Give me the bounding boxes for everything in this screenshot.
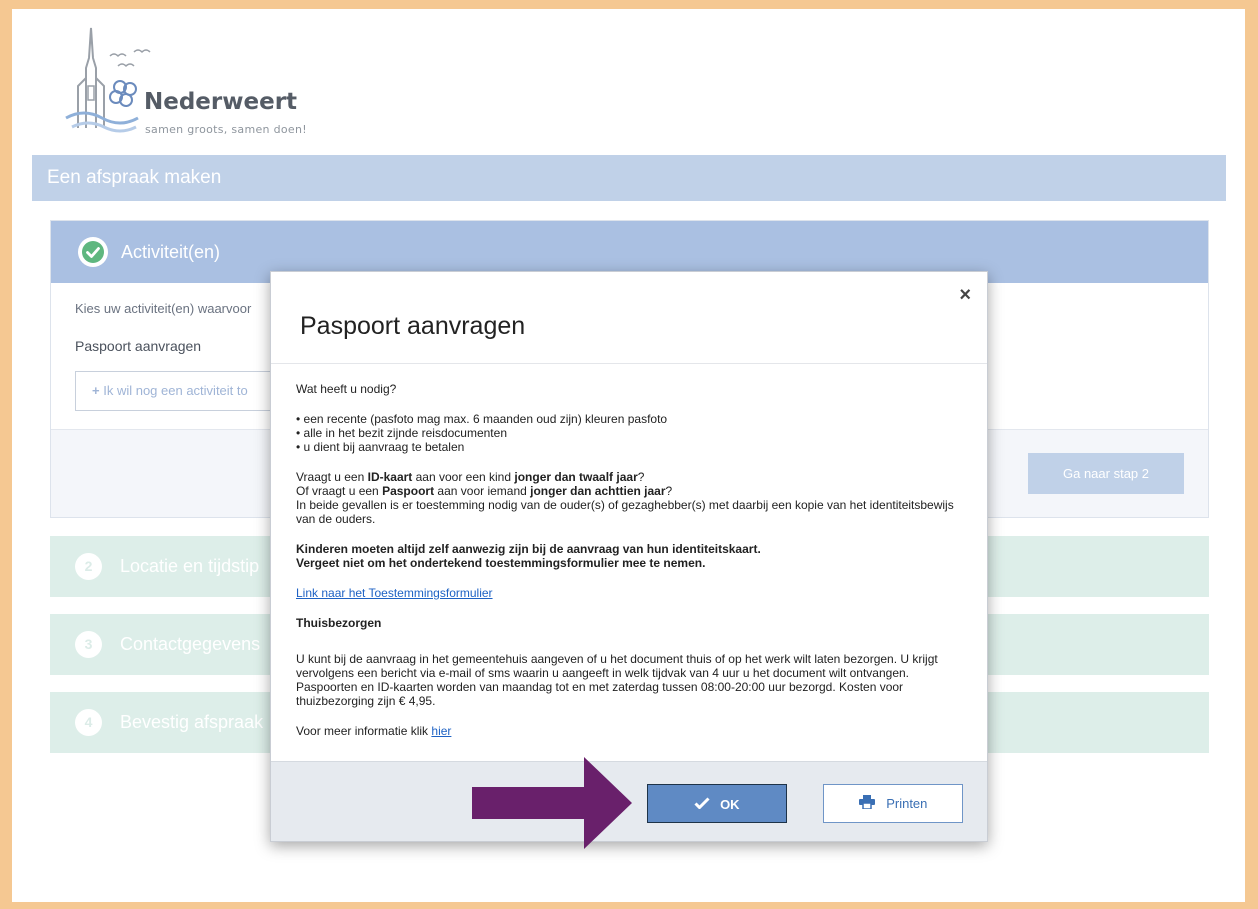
print-label: Printen [886, 796, 928, 812]
consent-line-2: Of vraagt u een Paspoort aan voor iemand… [296, 484, 673, 498]
home-delivery-heading: Thuisbezorgen [296, 616, 382, 630]
more-info-link[interactable]: hier [431, 724, 451, 738]
need-item: • u dient bij aanvraag te betalen [296, 440, 465, 454]
ok-button[interactable]: OK [647, 784, 787, 823]
more-info: Voor meer informatie klik hier [296, 724, 452, 738]
step-number: 4 [75, 709, 102, 736]
ok-label: OK [720, 796, 740, 812]
consent-line-3: In beide gevallen is er toestemming nodi… [296, 498, 954, 526]
checkmark-icon [694, 796, 710, 812]
brand-name: Nederweert [144, 89, 298, 115]
printer-icon [858, 795, 875, 812]
need-heading: Wat heeft u nodig? [296, 382, 397, 396]
modal-body: Wat heeft u nodig? • een recente (pasfot… [271, 364, 987, 759]
print-button[interactable]: Printen [823, 784, 963, 823]
need-item: • alle in het bezit zijnde reisdocumente… [296, 426, 507, 440]
warning-line-1: Kinderen moeten altijd zelf aanwezig zij… [296, 542, 761, 556]
next-step-button[interactable]: Ga naar stap 2 [1028, 453, 1184, 494]
home-delivery-text: U kunt bij de aanvraag in het gemeentehu… [296, 652, 938, 708]
close-icon[interactable]: × [959, 284, 971, 307]
need-item: • een recente (pasfoto mag max. 6 maande… [296, 412, 668, 426]
consent-form-link-row: Link naar het Toestemmingsformulier [296, 586, 962, 600]
modal-title: Paspoort aanvragen [300, 312, 526, 340]
step-number: 2 [75, 553, 102, 580]
page-title: Een afspraak maken [32, 155, 1226, 201]
checkmark-icon [78, 237, 108, 267]
nederweert-logo [65, 27, 151, 133]
modal-header: Paspoort aanvragen × [271, 272, 987, 364]
step-4-label: Bevestig afspraak [120, 712, 264, 732]
selected-activity[interactable]: Paspoort aanvragen [75, 338, 201, 354]
annotation-arrow-icon [472, 757, 632, 849]
plus-icon: + [92, 383, 100, 398]
activity-intro: Kies uw activiteit(en) waarvoor [75, 301, 252, 316]
step-3-label: Contactgegevens [120, 634, 261, 654]
step-1-title: Activiteit(en) [121, 242, 221, 262]
step-2-label: Locatie en tijdstip [120, 556, 260, 576]
consent-line-1: Vraagt u een ID-kaart aan voor een kind … [296, 470, 645, 484]
warning-line-2: Vergeet niet om het ondertekend toestemm… [296, 556, 706, 570]
consent-form-link[interactable]: Link naar het Toestemmingsformulier [296, 586, 493, 600]
brand-tagline: samen groots, samen doen! [145, 123, 307, 136]
add-activity-button[interactable]: + Ik wil nog een activiteit to [75, 371, 300, 411]
step-number: 3 [75, 631, 102, 658]
add-activity-label: Ik wil nog een activiteit to [103, 383, 248, 398]
